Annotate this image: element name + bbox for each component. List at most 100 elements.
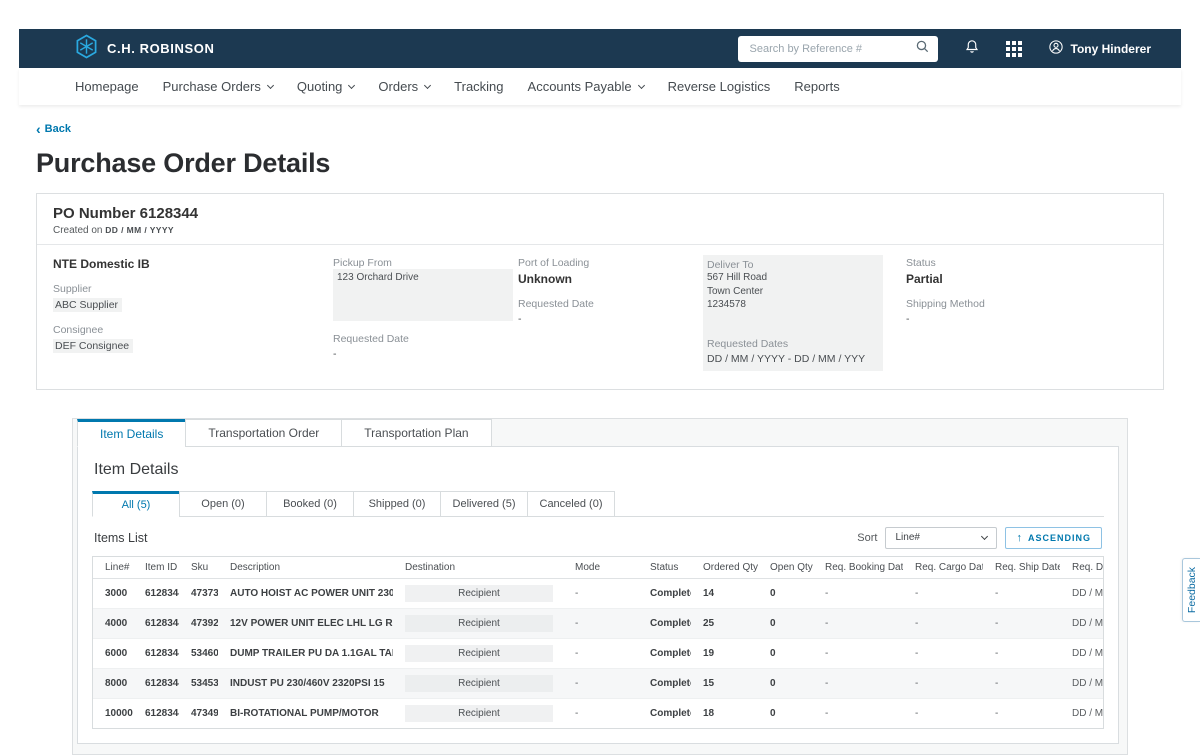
column-header-mode: Mode [563,557,638,578]
tab-transportation-plan[interactable]: Transportation Plan [341,419,491,447]
column-header-ordered-qty: Ordered Qty [691,557,758,578]
port-requested-date-label: Requested Date [518,298,703,310]
cell-req-ship-date: - [983,642,1060,665]
column-header-description: Description [218,557,393,578]
cell-req-cargo-date: - [903,702,983,725]
table-row[interactable]: 6000612834453460DUMP TRAILER PU DA 1.1GA… [93,638,1103,668]
cell-req-ship-date: - [983,702,1060,725]
cell-line: 6000 [93,642,133,665]
cell-description: DUMP TRAILER PU DA 1.1GAL TANK [218,642,393,665]
nav-item-orders[interactable]: Orders [378,79,430,94]
user-name: Tony Hinderer [1071,42,1151,56]
cell-req-ship-date: - [983,612,1060,635]
table-row[interactable]: 10000612834447349BI-ROTATIONAL PUMP/MOTO… [93,698,1103,728]
chevron-down-icon [267,81,274,88]
item-details-panel: Item Details All (5) Open (0) Booked (0)… [77,446,1119,744]
column-header-line: Line# [93,557,133,578]
back-link[interactable]: ‹ Back [36,123,71,135]
chevron-down-icon [981,533,988,540]
table-row[interactable]: 400061283444739212V POWER UNIT ELEC LHL … [93,608,1103,638]
cell-destination: Recipient [393,579,563,608]
cell-line: 10000 [93,702,133,725]
chevron-left-icon: ‹ [36,124,41,134]
apps-grid-icon[interactable] [1006,41,1022,57]
nav-item-tracking[interactable]: Tracking [454,79,503,94]
nav-item-accounts-payable[interactable]: Accounts Payable [528,79,644,94]
deliver-to-line2: Town Center [707,285,879,299]
notifications-bell-icon[interactable] [964,38,980,60]
cell-req-ship-date: - [983,582,1060,605]
arrow-up-icon: ↑ [1016,532,1023,544]
feedback-button[interactable]: Feedback [1182,558,1200,622]
nav-item-quoting[interactable]: Quoting [297,79,355,94]
tab-strip: Item Details Transportation Order Transp… [77,419,1119,447]
brand[interactable]: C.H. ROBINSON [75,34,214,64]
nav-item-reverse-logistics[interactable]: Reverse Logistics [668,79,771,94]
cell-req-cargo-date: - [903,642,983,665]
chevron-down-icon [348,81,355,88]
cell-mode: - [563,642,638,665]
cell-sku: 47392 [179,612,218,635]
pickup-from-label: Pickup From [333,257,518,269]
cell-destination: Recipient [393,699,563,728]
cell-sku: 47373 [179,582,218,605]
subtab-delivered[interactable]: Delivered (5) [440,491,528,517]
cell-item-id: 6128344 [133,702,179,725]
panel-title: Item Details [94,461,1104,479]
nav-item-purchase-orders[interactable]: Purchase Orders [163,79,273,94]
reference-search [738,36,938,62]
subtab-all[interactable]: All (5) [92,491,180,517]
subtab-canceled[interactable]: Canceled (0) [527,491,615,517]
column-header-req-delivery-date: Req. Delivery Date [1060,557,1103,578]
cell-item-id: 6128344 [133,612,179,635]
tab-item-details[interactable]: Item Details [77,419,186,447]
subtab-booked[interactable]: Booked (0) [266,491,354,517]
cell-ordered-qty: 14 [691,582,758,605]
cell-destination: Recipient [393,639,563,668]
chevron-down-icon [424,81,431,88]
deliver-to-block: Deliver To 567 Hill Road Town Center 123… [703,255,883,371]
top-navbar: C.H. ROBINSON [19,29,1181,68]
po-created-on: Created on DD / MM / YYYY [53,225,1147,236]
cell-sku: 47349 [179,702,218,725]
cell-ordered-qty: 19 [691,642,758,665]
supplier-label: Supplier [53,283,333,295]
cell-ordered-qty: 18 [691,702,758,725]
detail-tabs-section: Item Details Transportation Order Transp… [72,418,1128,755]
status-value: Partial [906,272,1147,286]
column-header-req-booking-date: Req. Booking Date [813,557,903,578]
cell-status: Complete [638,582,691,605]
cell-req-delivery-date: DD / MM / YY [1060,612,1103,635]
nav-item-homepage[interactable]: Homepage [75,79,139,94]
cell-description: 12V POWER UNIT ELEC LHL LG RES [218,612,393,635]
cell-ordered-qty: 25 [691,612,758,635]
nav-item-reports[interactable]: Reports [794,79,840,94]
pickup-from-value: 123 Orchard Drive [333,269,513,321]
status-filter-tabs: All (5) Open (0) Booked (0) Shipped (0) … [92,491,1104,517]
search-input[interactable] [748,42,915,56]
deliver-to-line1: 567 Hill Road [707,271,879,285]
search-icon[interactable] [915,39,930,59]
port-of-loading-label: Port of Loading [518,257,703,269]
cell-req-delivery-date: DD / MM / YY [1060,642,1103,665]
table-row[interactable]: 8000612834453453INDUST PU 230/460V 2320P… [93,668,1103,698]
po-order-type: NTE Domestic IB [53,257,333,271]
user-menu[interactable]: Tony Hinderer [1048,39,1151,58]
cell-req-booking-date: - [813,702,903,725]
table-row[interactable]: 3000612834447373AUTO HOIST AC POWER UNIT… [93,579,1103,608]
items-list-title: Items List [94,531,148,545]
deliver-to-line3: 1234578 [707,298,879,312]
cell-description: AUTO HOIST AC POWER UNIT 230V [218,582,393,605]
brand-name: C.H. ROBINSON [107,41,214,56]
subtab-open[interactable]: Open (0) [179,491,267,517]
table-header-row: Line# Item ID Sku Description Destinatio… [93,557,1103,579]
cell-open-qty: 0 [758,612,813,635]
chevron-down-icon [638,81,645,88]
tab-transportation-order[interactable]: Transportation Order [185,419,342,447]
sort-select[interactable]: Line# [885,527,997,549]
subtab-shipped[interactable]: Shipped (0) [353,491,441,517]
items-table: Line# Item ID Sku Description Destinatio… [92,556,1104,729]
cell-destination: Recipient [393,669,563,698]
cell-item-id: 6128344 [133,582,179,605]
sort-direction-button[interactable]: ↑ ASCENDING [1005,527,1102,549]
